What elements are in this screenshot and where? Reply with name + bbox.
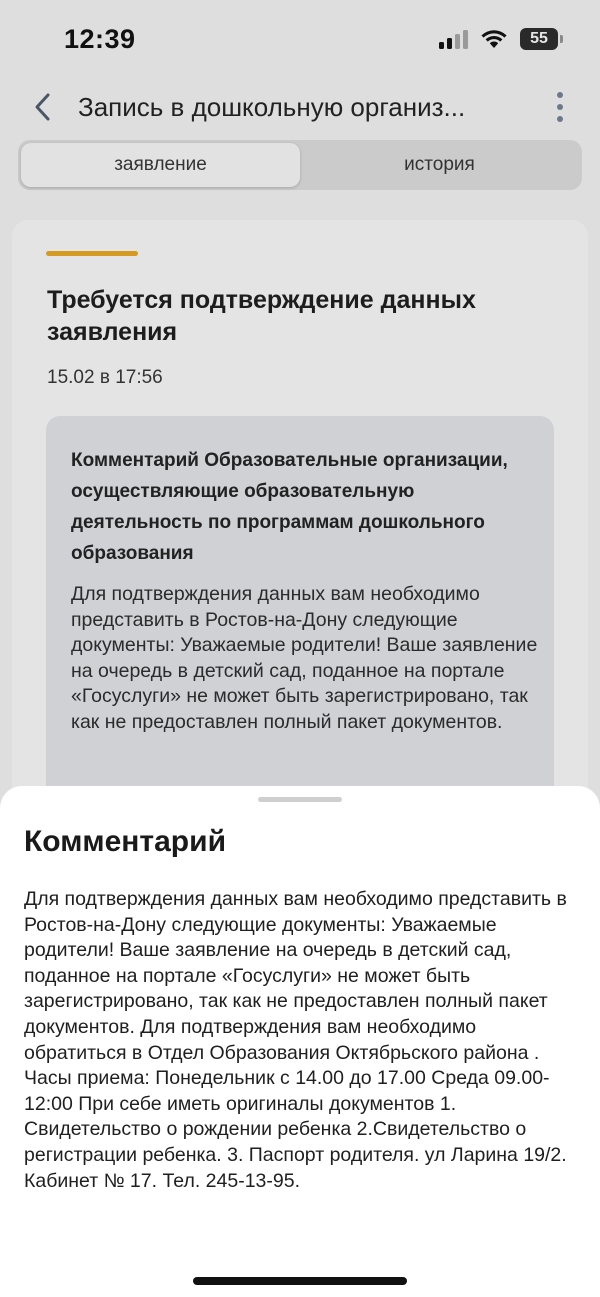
tab-history[interactable]: история [300,143,579,187]
status-time: 12:39 [64,24,136,54]
app-header: Запись в дошкольную организ... [0,80,600,136]
sheet-comment-text: Для подтверждения данных вам необходимо … [24,888,567,1192]
vertical-dots-icon [557,92,563,98]
comment-box[interactable]: Комментарий Образовательные организации,… [46,416,554,836]
status-icons: 55 [439,28,563,50]
segmented-tabs: заявление история [18,140,582,190]
chevron-left-icon [35,93,50,121]
wifi-icon [481,30,507,48]
comment-heading: Комментарий Образовательные организации,… [71,450,508,564]
status-accent-bar [46,251,138,256]
sheet-title: Комментарий [24,825,227,858]
status-date: 15.02 в 17:56 [47,367,163,388]
battery-icon: 55 [520,28,563,50]
more-options-button[interactable] [550,92,570,122]
status-title: Требуется подтверждение данных заявления [47,286,476,346]
tab-application[interactable]: заявление [21,143,300,187]
cellular-signal-icon [439,29,468,49]
comment-preview-text: Для подтверждения данных вам необходимо … [71,583,538,733]
home-indicator[interactable] [193,1277,407,1285]
back-button[interactable] [26,90,60,124]
status-bar: 12:39 55 [0,0,600,80]
comment-bottom-sheet: Комментарий Для подтверждения данных вам… [0,786,600,1297]
battery-level: 55 [530,30,548,47]
sheet-drag-handle[interactable] [258,797,342,802]
status-card: Требуется подтверждение данных заявления… [12,220,588,840]
page-title: Запись в дошкольную организ... [78,92,466,122]
